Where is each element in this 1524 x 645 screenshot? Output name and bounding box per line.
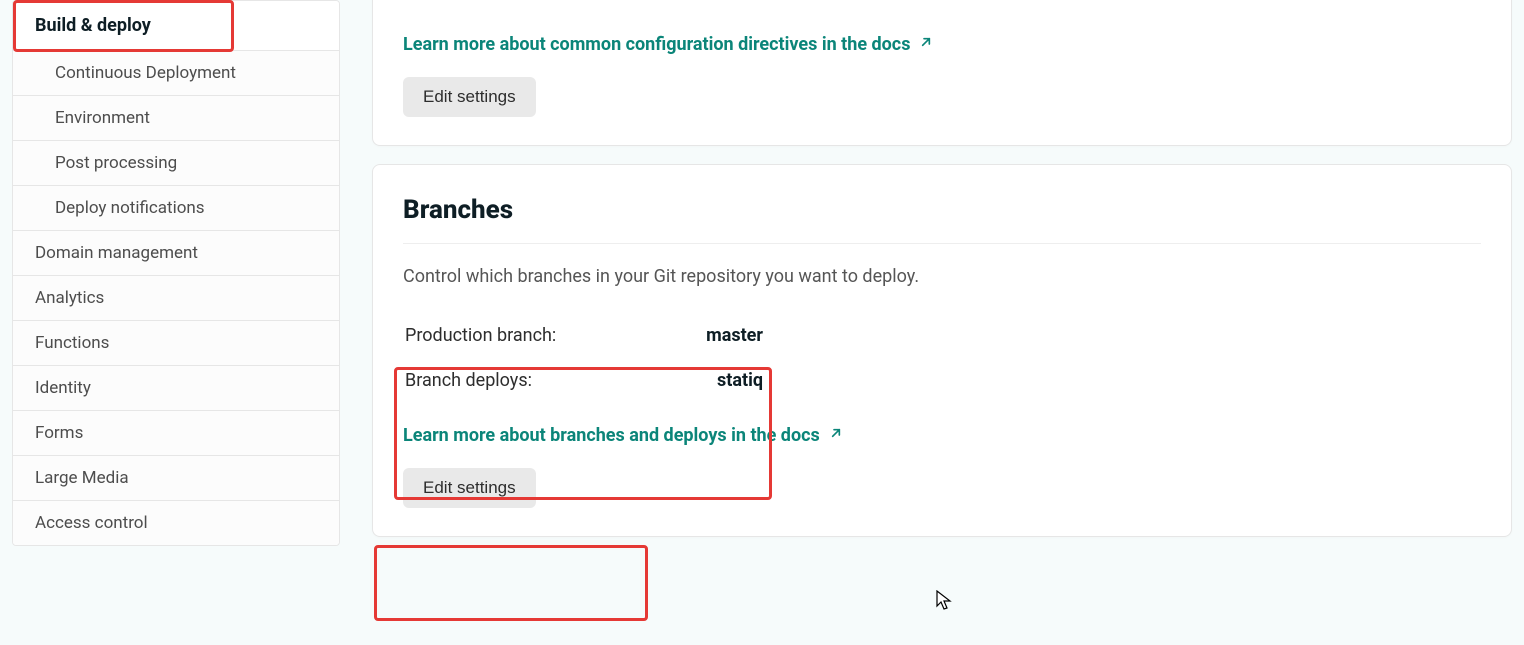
- settings-main: Builds: Active Learn more about common c…: [340, 0, 1524, 645]
- build-settings-label: Builds:: [403, 0, 703, 4]
- edit-build-settings-button[interactable]: Edit settings: [403, 77, 536, 117]
- branches-card: Branches Control which branches in your …: [372, 164, 1512, 537]
- sidebar-item-analytics[interactable]: Analytics: [13, 276, 339, 321]
- branches-docs-link[interactable]: Learn more about branches and deploys in…: [403, 425, 844, 446]
- build-settings-value: Active: [703, 0, 754, 4]
- build-settings-card: Builds: Active Learn more about common c…: [372, 0, 1512, 146]
- build-docs-link[interactable]: Learn more about common configuration di…: [403, 34, 934, 55]
- sidebar-subitem-continuous-deployment[interactable]: Continuous Deployment: [13, 51, 339, 96]
- sidebar-item-large-media[interactable]: Large Media: [13, 456, 339, 501]
- sidebar-item-identity[interactable]: Identity: [13, 366, 339, 411]
- branches-docs-link-text: Learn more about branches and deploys in…: [403, 425, 820, 446]
- production-branch-row: Production branch: master: [403, 313, 765, 358]
- production-branch-label: Production branch:: [405, 325, 556, 346]
- branch-deploys-label: Branch deploys:: [405, 370, 532, 391]
- sidebar-subitem-environment[interactable]: Environment: [13, 96, 339, 141]
- edit-branches-settings-button[interactable]: Edit settings: [403, 468, 536, 508]
- branches-table: Production branch: master Branch deploys…: [403, 313, 765, 403]
- sidebar-subitem-post-processing[interactable]: Post processing: [13, 141, 339, 186]
- branch-deploys-row: Branch deploys: statiq: [403, 358, 765, 403]
- external-link-icon: [828, 425, 844, 446]
- sidebar-item-build-deploy[interactable]: Build & deploy: [13, 1, 339, 51]
- build-docs-link-text: Learn more about common configuration di…: [403, 34, 910, 55]
- build-settings-table: Builds: Active: [403, 0, 1481, 16]
- sidebar-item-forms[interactable]: Forms: [13, 411, 339, 456]
- branches-description: Control which branches in your Git repos…: [403, 266, 1481, 287]
- settings-sidebar: Build & deploy Continuous Deployment Env…: [0, 0, 340, 645]
- external-link-icon: [918, 34, 934, 55]
- sidebar-item-access-control[interactable]: Access control: [13, 501, 339, 545]
- build-settings-row: Builds: Active: [403, 0, 1481, 16]
- sidebar-card: Build & deploy Continuous Deployment Env…: [12, 0, 340, 546]
- production-branch-value: master: [706, 325, 763, 346]
- sidebar-subitem-deploy-notifications[interactable]: Deploy notifications: [13, 186, 339, 231]
- sidebar-item-domain-management[interactable]: Domain management: [13, 231, 339, 276]
- sidebar-item-functions[interactable]: Functions: [13, 321, 339, 366]
- branches-title: Branches: [403, 195, 1481, 244]
- branch-deploys-value: statiq: [717, 370, 763, 391]
